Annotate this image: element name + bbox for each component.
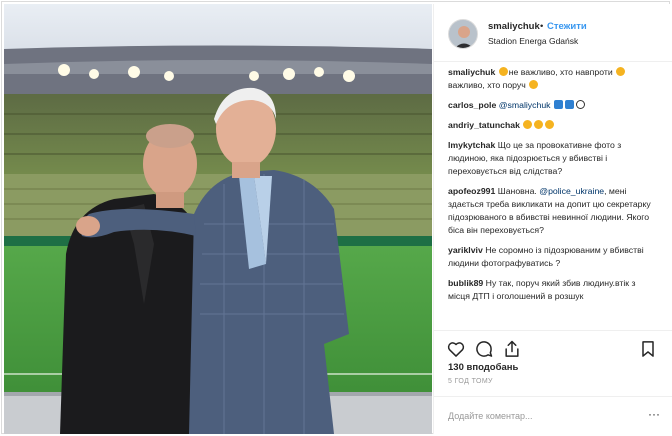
comment-item: apofeoz991 Шановна. @police_ukraine, мен… [448,185,658,237]
comment-text: Шановна. [497,186,537,196]
comment-username[interactable]: carlos_pole [448,100,496,110]
avatar[interactable] [448,19,478,49]
comment-username[interactable]: bublik89 [448,278,483,288]
comment-item: carlos_pole @smaliychuk [448,99,658,112]
comment-item: yariklviv Не соромно із підозрюваним у в… [448,244,658,270]
anchor-emoji-icon [553,100,563,109]
header-username[interactable]: smaliychuk [488,21,540,32]
comment-item: lmykytchak Що це за провокативне фото з … [448,139,658,178]
location-link[interactable]: Stadion Energa Gdańsk [488,36,578,46]
stadium-photo-illustration [4,4,432,434]
anchor-emoji-icon [564,100,574,109]
post-sidebar: smaliychuk • Стежити Stadion Energa Gdań… [433,4,672,434]
comments-list[interactable]: smaliychuk не важливо, хто навпроти важл… [434,66,672,328]
flexed-biceps-emoji-icon [534,120,544,129]
more-options-icon[interactable]: ··· [648,408,660,420]
header-separator: • [540,21,544,32]
post-timestamp[interactable]: 5 год тому [448,378,493,385]
comment-item: smaliychuk не важливо, хто навпроти важл… [448,66,658,92]
comment-username[interactable]: lmykytchak [448,140,495,150]
comment-username[interactable]: yariklviv [448,245,483,255]
post-photo[interactable] [4,4,432,434]
likes-count[interactable]: 130 вподобань [448,362,518,373]
comment-item: bublik89 Ну так, поруч який збив людину.… [448,277,658,303]
grinning-emoji-icon [498,67,508,76]
comment-username[interactable]: andriy_tatunchak [448,120,520,130]
soccer-ball-emoji-icon [575,100,585,109]
flexed-biceps-emoji-icon [523,120,533,129]
post-frame: smaliychuk • Стежити Stadion Energa Gdań… [1,1,672,434]
fist-emoji-icon [616,67,626,76]
heart-icon[interactable] [446,339,466,359]
bookmark-icon[interactable] [638,339,658,359]
post-header: smaliychuk • Стежити Stadion Energa Gdań… [434,4,672,62]
comment-mention[interactable]: @smaliychuk [499,100,551,110]
share-icon[interactable] [502,339,522,359]
comment-icon[interactable] [474,339,494,359]
post-actions [434,330,672,366]
avatar-image [449,20,477,48]
grinning-emoji-icon [529,80,539,89]
comment-username[interactable]: smaliychuk [448,67,495,77]
comment-username[interactable]: apofeoz991 [448,186,495,196]
flexed-biceps-emoji-icon [545,120,555,129]
comment-text-2: важливо, хто поруч [448,80,526,90]
follow-button[interactable]: Стежити [547,21,587,32]
comment-item: andriy_tatunchak [448,119,658,132]
add-comment-bar: ··· [434,396,672,434]
comment-text: не важливо, хто навпроти [508,67,613,77]
comment-input[interactable] [448,407,638,425]
comment-mention[interactable]: @police_ukraine [539,186,604,196]
